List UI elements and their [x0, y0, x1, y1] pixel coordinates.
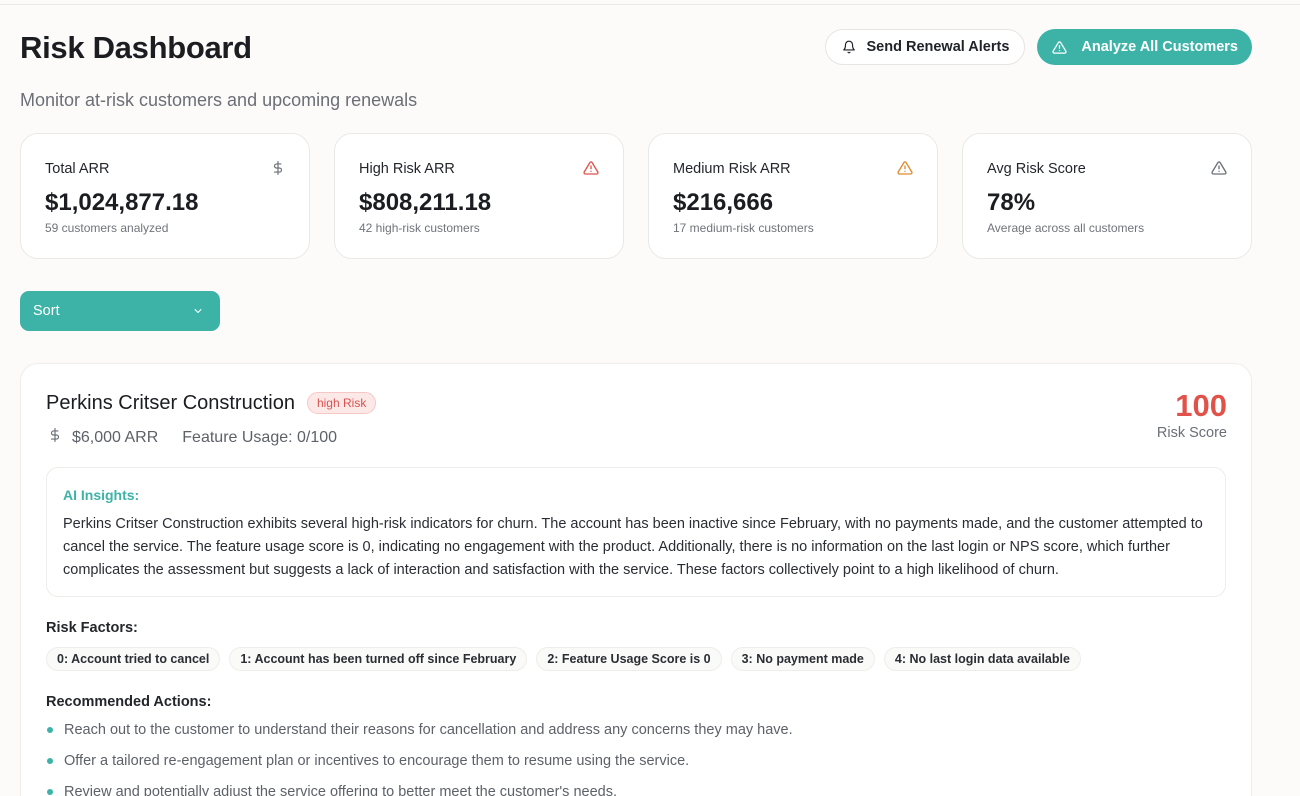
risk-score-block: 100 Risk Score [1157, 388, 1227, 442]
alert-triangle-icon [583, 160, 599, 181]
stat-subtext: 59 customers analyzed [45, 221, 169, 235]
stat-card-total-arr: Total ARR $1,024,877.18 59 customers ana… [20, 133, 310, 259]
send-renewal-alerts-label: Send Renewal Alerts [866, 39, 1010, 55]
risk-factors-list: 0: Account tried to cancel 1: Account ha… [46, 647, 1226, 671]
feature-usage: Feature Usage: 0/100 [182, 429, 338, 446]
risk-factor-chip: 1: Account has been turned off since Feb… [229, 647, 528, 671]
stat-value: 78% [987, 189, 1036, 216]
bell-icon [841, 39, 857, 55]
recommended-action-item: Review and potentially adjust the servic… [46, 783, 1226, 796]
risk-score-value: 100 [1175, 388, 1227, 423]
sort-select[interactable]: Sort [20, 291, 220, 331]
send-renewal-alerts-button[interactable]: Send Renewal Alerts [824, 29, 1026, 65]
header-actions: Send Renewal Alerts Analyze All Customer… [824, 29, 1252, 65]
stats-row: Total ARR $1,024,877.18 59 customers ana… [20, 133, 1252, 259]
customer-name: Perkins Critser Construction [46, 392, 295, 414]
risk-factors-title: Risk Factors: [46, 620, 138, 636]
stat-label: Medium Risk ARR [673, 161, 791, 177]
risk-factor-chip: 3: No payment made [730, 647, 875, 671]
analyze-all-customers-button[interactable]: Analyze All Customers [1037, 29, 1252, 65]
stat-value: $808,211.18 [359, 189, 492, 216]
chevron-down-icon [190, 303, 206, 319]
stat-subtext: 42 high-risk customers [359, 221, 480, 235]
customer-header: Perkins Critser Construction high Risk [46, 390, 1226, 416]
stat-value: $1,024,877.18 [45, 189, 199, 216]
stat-card-high-risk-arr: High Risk ARR $808,211.18 42 high-risk c… [334, 133, 624, 259]
stat-subtext: 17 medium-risk customers [673, 221, 814, 235]
stat-value: $216,666 [673, 189, 774, 216]
stat-label: Avg Risk Score [987, 161, 1086, 177]
dollar-icon [271, 160, 285, 181]
ai-insights-title: AI Insights: [63, 487, 140, 503]
stat-card-medium-risk-arr: Medium Risk ARR $216,666 17 medium-risk … [648, 133, 938, 259]
recommended-action-item: Reach out to the customer to understand … [46, 721, 1226, 739]
recommended-actions-list: Reach out to the customer to understand … [46, 721, 1226, 796]
page-header: Risk Dashboard Monitor at-risk customers… [20, 29, 1252, 110]
page-subtitle: Monitor at-risk customers and upcoming r… [20, 90, 418, 110]
dollar-icon [48, 427, 62, 449]
stat-label: Total ARR [45, 161, 110, 177]
ai-insights-panel: AI Insights: Perkins Critser Constructio… [46, 467, 1226, 597]
analyze-all-customers-label: Analyze All Customers [1081, 39, 1238, 55]
risk-score-label: Risk Score [1156, 425, 1227, 441]
stat-subtext: Average across all customers [987, 221, 1145, 235]
stat-label: High Risk ARR [359, 161, 455, 177]
risk-factor-chip: 0: Account tried to cancel [46, 647, 221, 671]
recommended-action-item: Offer a tailored re-engagement plan or i… [46, 752, 1226, 770]
stat-card-avg-risk-score: Avg Risk Score 78% Average across all cu… [962, 133, 1252, 259]
risk-badge: high Risk [306, 392, 377, 414]
top-divider [0, 4, 1300, 5]
customer-card: Perkins Critser Construction high Risk $… [20, 363, 1252, 796]
sort-label: Sort [33, 303, 60, 319]
recommended-actions-title: Recommended Actions: [46, 694, 212, 710]
alert-triangle-icon [897, 160, 913, 181]
customer-meta: $6,000 ARR Feature Usage: 0/100 [46, 427, 1226, 449]
risk-factor-chip: 2: Feature Usage Score is 0 [536, 647, 722, 671]
alert-triangle-icon [1211, 160, 1227, 181]
ai-insights-text: Perkins Critser Construction exhibits se… [63, 516, 1203, 578]
customer-arr: $6,000 ARR [72, 429, 159, 446]
alert-triangle-icon [1051, 39, 1067, 55]
risk-factor-chip: 4: No last login data available [883, 647, 1081, 671]
